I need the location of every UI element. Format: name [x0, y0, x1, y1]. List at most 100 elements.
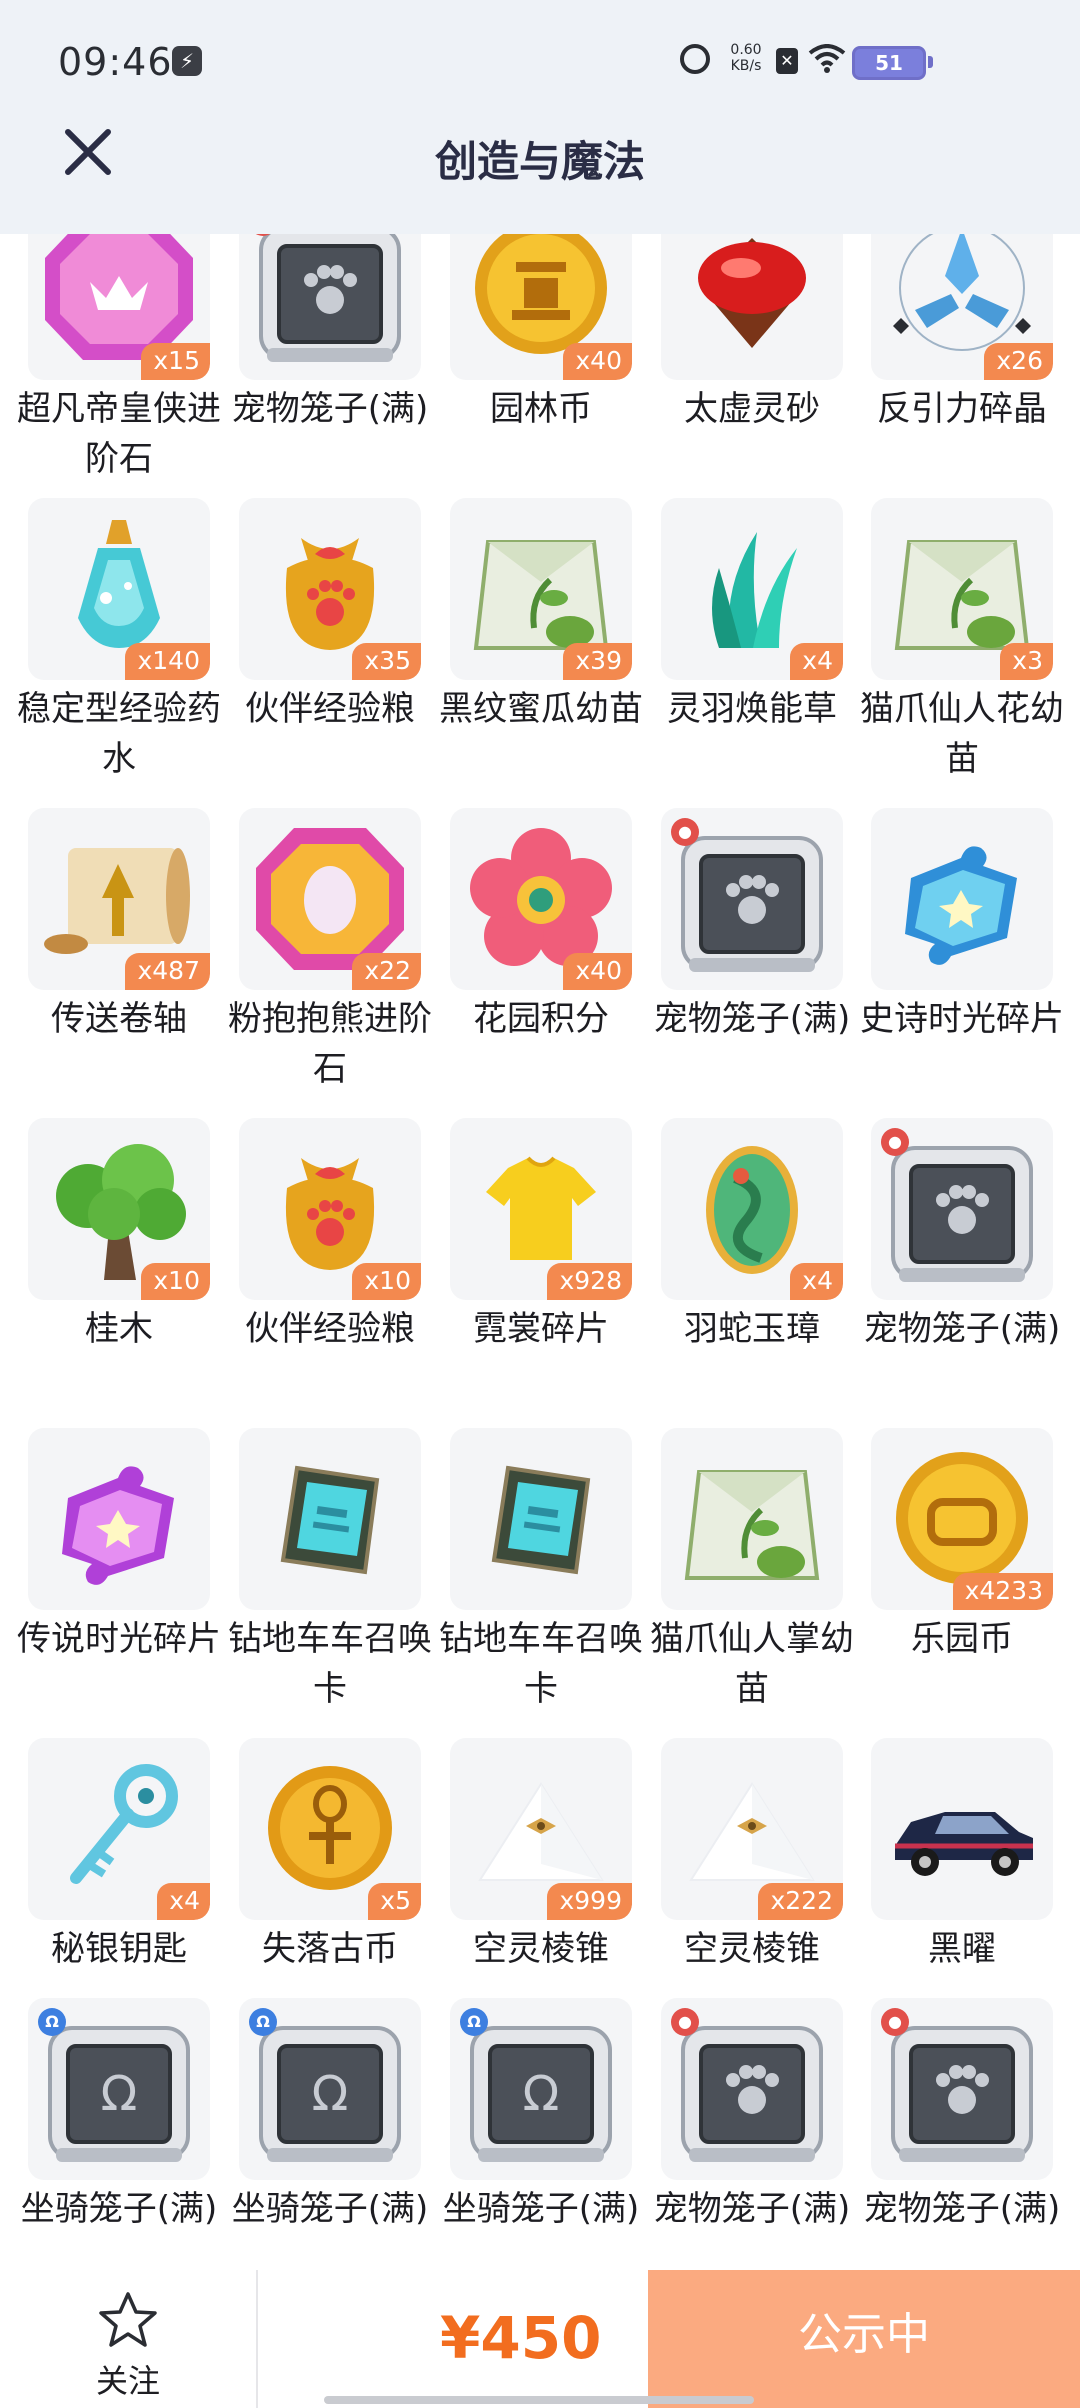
quantity-badge: x140	[125, 643, 210, 680]
inventory-item[interactable]: 太虚灵砂	[647, 222, 857, 434]
item-tile: x35	[239, 498, 421, 680]
item-name: 桂木	[85, 1309, 153, 1349]
top-bar: 09:46 ⚡ 0.60 KB/s ✕ 51 创造与魔法	[0, 0, 1080, 234]
inventory-item[interactable]: x40 园林币	[436, 222, 646, 434]
svg-text:Ω: Ω	[312, 2066, 349, 2122]
quantity-badge: x928	[547, 1263, 632, 1300]
paw-badge-icon: ●	[671, 2008, 699, 2036]
horseshoe-badge-icon: Ω	[38, 2008, 66, 2036]
quantity-badge: x5	[368, 1883, 421, 1920]
favorite-label: 关注	[95, 2362, 160, 2400]
inventory-item[interactable]: 传说时光碎片	[14, 1428, 224, 1664]
inventory-item[interactable]: x5 失落古币	[225, 1738, 435, 1974]
inventory-item[interactable]: x4 秘银钥匙	[14, 1738, 224, 1974]
item-name: 猫爪仙人掌幼苗	[650, 1619, 854, 1709]
inventory-item[interactable]: x35 伙伴经验粮	[225, 498, 435, 734]
quantity-badge: x4	[157, 1883, 210, 1920]
status-time: 09:46	[58, 40, 173, 84]
item-name: 钻地车车召唤卡	[228, 1619, 432, 1709]
item-grid[interactable]: x15超凡帝皇侠进阶石●宠物笼子(满)x40园林币太虚灵砂x26反引力碎晶x14…	[0, 222, 1080, 2272]
inventory-item[interactable]: 史诗时光碎片	[857, 808, 1067, 1044]
item-name: 传说时光碎片	[17, 1619, 221, 1659]
inventory-item[interactable]: x487 传送卷轴	[14, 808, 224, 1044]
inventory-item[interactable]: x999 空灵棱锥	[436, 1738, 646, 1974]
paw-badge-icon: ●	[671, 818, 699, 846]
inventory-item[interactable]: x39 黑纹蜜瓜幼苗	[436, 498, 646, 734]
horseshoe-badge-icon: Ω	[249, 2008, 277, 2036]
inventory-item[interactable]: x10 伙伴经验粮	[225, 1118, 435, 1354]
item-tile: x15	[28, 222, 210, 380]
inventory-item[interactable]: 钻地车车召唤卡	[436, 1428, 646, 1714]
quantity-badge: x10	[352, 1263, 421, 1300]
inventory-item[interactable]: 猫爪仙人掌幼苗	[647, 1428, 857, 1714]
item-name: 花园积分	[473, 999, 609, 1039]
inventory-item[interactable]: ● 宠物笼子(满)	[857, 1118, 1067, 1354]
inventory-item[interactable]: x4 羽蛇玉璋	[647, 1118, 857, 1354]
inventory-item[interactable]: ● 宠物笼子(满)	[647, 1998, 857, 2234]
inventory-item[interactable]: Ω Ω 坐骑笼子(满)	[225, 1998, 435, 2234]
item-name: 坐骑笼子(满)	[20, 2189, 218, 2229]
item-name: 史诗时光碎片	[860, 999, 1064, 1039]
item-name: 坐骑笼子(满)	[231, 2189, 429, 2229]
horseshoe-badge-icon: Ω	[460, 2008, 488, 2036]
page-title: 创造与魔法	[434, 137, 645, 186]
quantity-badge: x4	[790, 1263, 843, 1300]
item-tile: ●	[871, 1118, 1053, 1300]
bottom-bar: 关注 ¥450 公示中	[0, 2270, 1080, 2408]
item-name: 园林币	[490, 389, 592, 429]
inventory-item[interactable]: x4233 乐园币	[857, 1428, 1067, 1664]
inventory-item[interactable]: x10 桂木	[14, 1118, 224, 1354]
inventory-item[interactable]: x22 粉抱抱熊进阶石	[225, 808, 435, 1094]
net-speed-unit: KB/s	[730, 58, 762, 74]
item-name: 太虚灵砂	[684, 389, 820, 429]
paw-badge-icon: ●	[881, 1128, 909, 1156]
item-tile: x4	[28, 1738, 210, 1920]
item-tile: x26	[871, 222, 1053, 380]
inventory-item[interactable]: ● 宠物笼子(满)	[225, 222, 435, 434]
home-indicator[interactable]	[324, 2396, 754, 2404]
item-tile	[28, 1428, 210, 1610]
inventory-item[interactable]: x40 花园积分	[436, 808, 646, 1044]
item-name: 钻地车车召唤卡	[439, 1619, 643, 1709]
inventory-item[interactable]: x928 霓裳碎片	[436, 1118, 646, 1354]
inventory-item[interactable]: x4 灵羽焕能草	[647, 498, 857, 734]
quantity-badge: x3	[1000, 643, 1053, 680]
item-tile: ●	[661, 808, 843, 990]
item-tile: x487	[28, 808, 210, 990]
quantity-badge: x4233	[952, 1573, 1053, 1610]
quantity-badge: x487	[125, 953, 210, 990]
item-name: 超凡帝皇侠进阶石	[17, 389, 221, 479]
item-name: 伙伴经验粮	[245, 1309, 415, 1349]
inventory-item[interactable]: ● 宠物笼子(满)	[647, 808, 857, 1044]
item-name: 宠物笼子(满)	[231, 389, 429, 429]
favorite-button[interactable]: 关注	[80, 2290, 176, 2402]
inventory-item[interactable]: x140 稳定型经验药水	[14, 498, 224, 784]
inventory-item[interactable]: Ω Ω 坐骑笼子(满)	[436, 1998, 646, 2234]
inventory-item[interactable]: x26 反引力碎晶	[857, 222, 1067, 434]
item-tile: x4	[661, 1118, 843, 1300]
item-name: 宠物笼子(满)	[863, 1309, 1061, 1349]
quantity-badge: x40	[563, 953, 632, 990]
item-tile: x10	[239, 1118, 421, 1300]
item-tile	[239, 1428, 421, 1610]
item-name: 宠物笼子(满)	[653, 999, 851, 1039]
charging-bolt-icon: ⚡	[172, 46, 202, 76]
inventory-item[interactable]: 黑曜	[857, 1738, 1067, 1974]
item-name: 黑曜	[928, 1929, 996, 1969]
inventory-item[interactable]: x15 超凡帝皇侠进阶石	[14, 222, 224, 484]
inventory-item[interactable]: x3 猫爪仙人花幼苗	[857, 498, 1067, 784]
svg-text:Ω: Ω	[523, 2066, 560, 2122]
item-tile: ΩΩ	[28, 1998, 210, 2180]
item-tile	[871, 808, 1053, 990]
inventory-item[interactable]: 钻地车车召唤卡	[225, 1428, 435, 1714]
item-tile: x999	[450, 1738, 632, 1920]
item-tile: ●	[871, 1998, 1053, 2180]
item-tile: ΩΩ	[450, 1998, 632, 2180]
status-button[interactable]: 公示中	[648, 2270, 1080, 2408]
item-name: 宠物笼子(满)	[863, 2189, 1061, 2229]
item-tile: x40	[450, 808, 632, 990]
inventory-item[interactable]: ● 宠物笼子(满)	[857, 1998, 1067, 2234]
inventory-item[interactable]: x222 空灵棱锥	[647, 1738, 857, 1974]
inventory-item[interactable]: Ω Ω 坐骑笼子(满)	[14, 1998, 224, 2234]
quantity-badge: x39	[563, 643, 632, 680]
